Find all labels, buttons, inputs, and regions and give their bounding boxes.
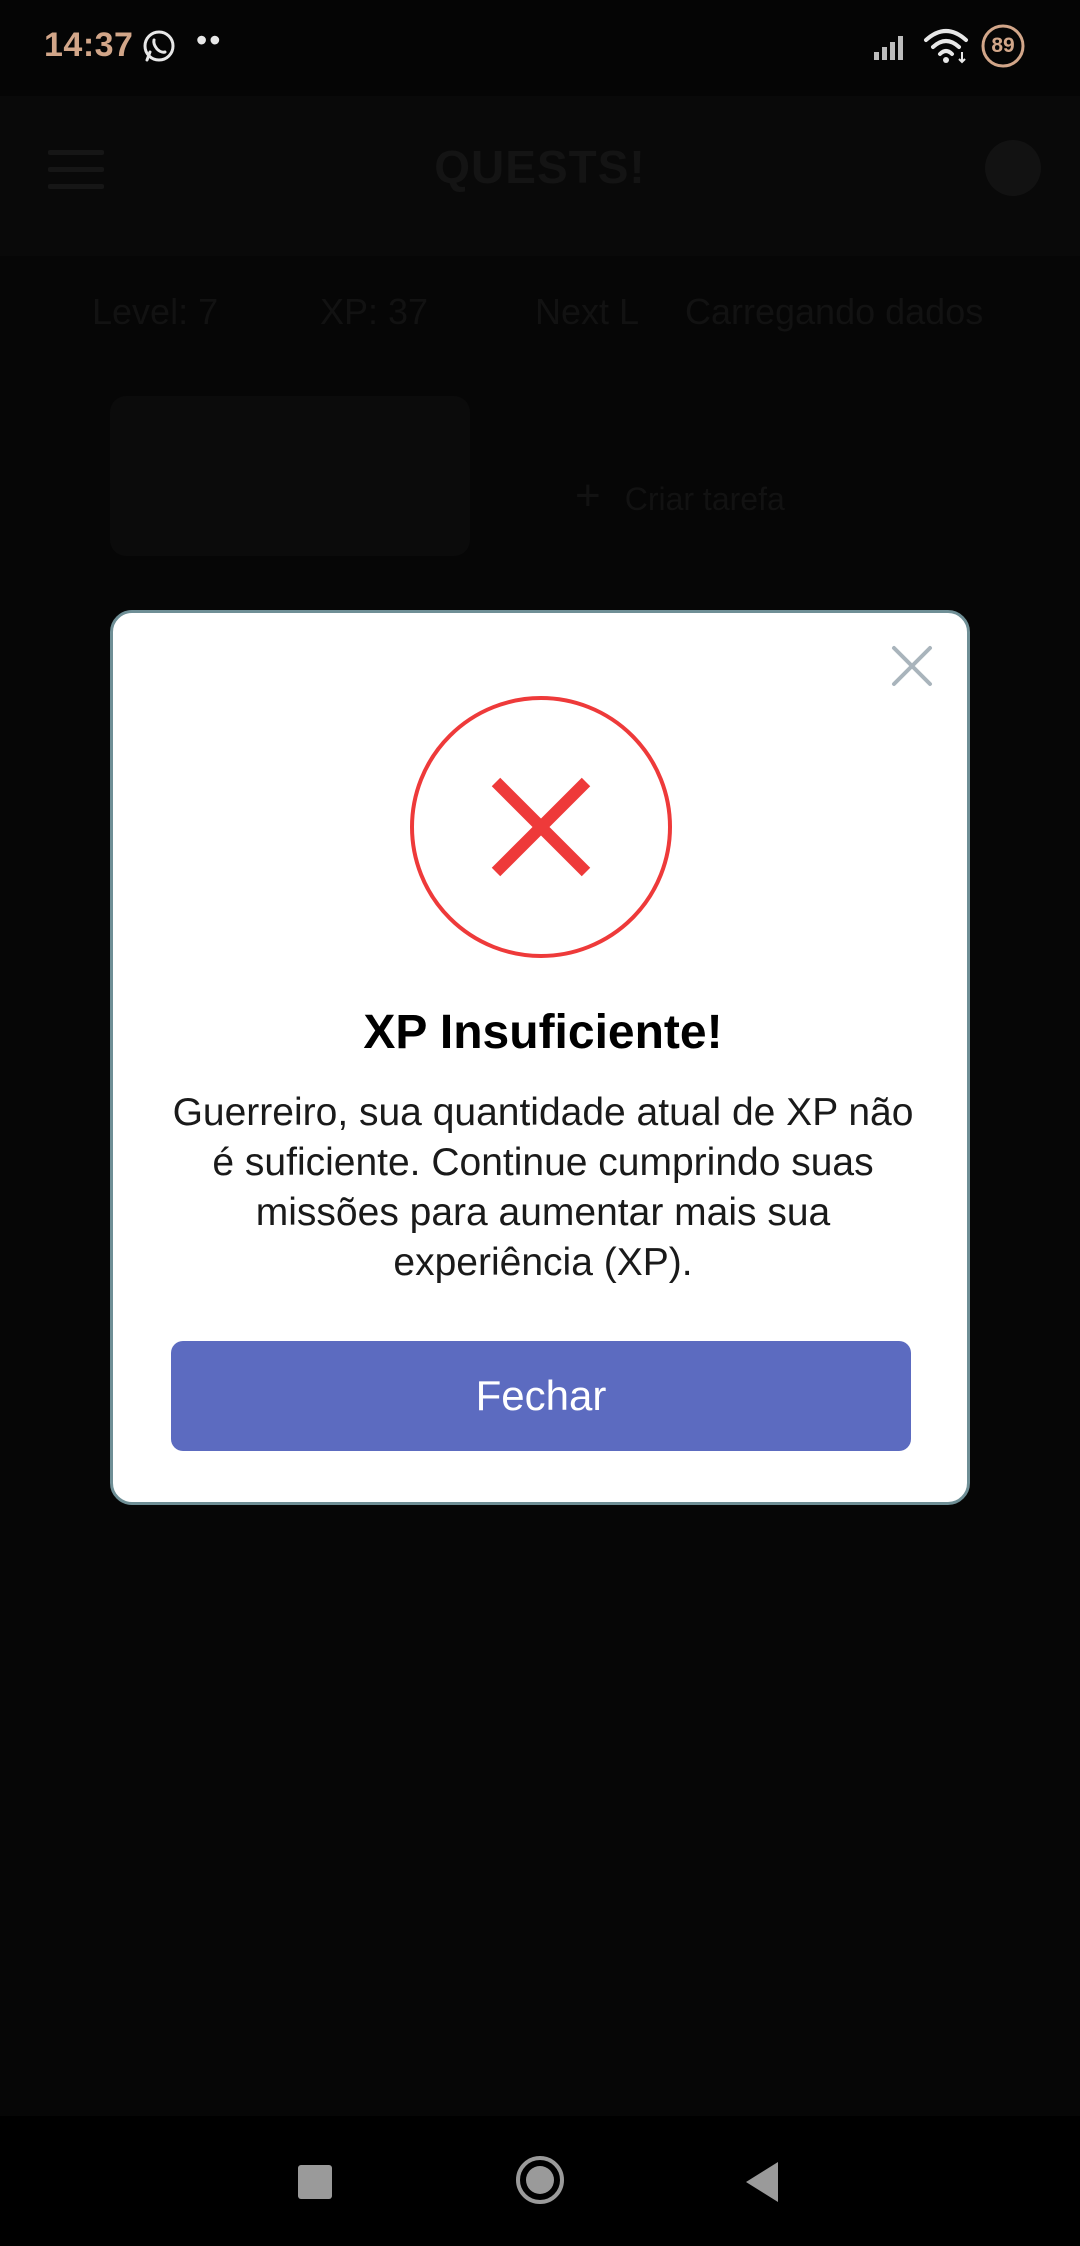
dialog-title: XP Insuficiente! [363, 1006, 723, 1059]
error-icon [410, 696, 672, 958]
signal-icon [874, 36, 903, 60]
close-icon[interactable] [889, 643, 935, 689]
dialog-message: Guerreiro, sua quantidade atual de XP nã… [172, 1091, 914, 1284]
home-button[interactable] [514, 2154, 566, 2206]
app-bar: QUESTS! [0, 96, 1080, 256]
loading-text: Carregando dados [685, 291, 984, 332]
recents-button[interactable] [298, 2165, 332, 2199]
navigation-bar [0, 2116, 1080, 2246]
level-stat: Level: 7 [92, 291, 219, 332]
screen: 14:37 •• 89 QUESTS! Level: 7 XP: 37 Next… [0, 0, 1080, 2246]
insufficient-xp-dialog: XP Insuficiente! Guerreiro, sua quantida… [110, 610, 970, 1505]
back-button[interactable] [742, 2160, 782, 2204]
add-task: + Criar tarefa [575, 471, 785, 521]
battery-level: 89 [991, 34, 1015, 57]
fechar-button[interactable]: Fechar [171, 1341, 911, 1451]
error-x-icon [491, 777, 591, 877]
wifi-icon [924, 29, 968, 64]
status-bar: 14:37 •• 89 [0, 0, 1080, 96]
status-time: 14:37 [44, 26, 134, 64]
profile-icon [985, 140, 1041, 196]
xp-stat: XP: 37 [320, 291, 429, 332]
app-title: QUESTS! [434, 141, 646, 193]
next-level-stat: Next L [535, 291, 640, 332]
plus-icon: + [575, 471, 601, 520]
whatsapp-icon [143, 30, 175, 62]
quest-card [110, 396, 470, 556]
add-task-label: Criar tarefa [624, 481, 785, 517]
stats-row: Level: 7 XP: 37 Next L Carregando dados [0, 291, 1080, 351]
notification-dots: •• [196, 22, 223, 58]
